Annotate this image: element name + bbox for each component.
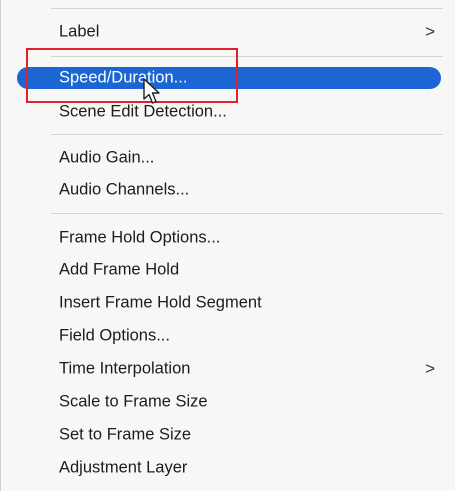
menu-item-scale-to-frame-size[interactable]: Scale to Frame Size	[1, 388, 455, 416]
menu-item-field-options[interactable]: Field Options...	[1, 322, 455, 350]
menu-item-scene-edit-detection-text: Scene Edit Detection...	[59, 102, 227, 121]
menu-item-time-interpolation[interactable]: Time Interpolation >	[1, 355, 455, 383]
context-menu: Label > Speed/Duration... Scene Edit Det…	[0, 0, 455, 491]
menu-item-set-to-frame-size[interactable]: Set to Frame Size	[1, 421, 455, 449]
menu-item-label[interactable]: Label >	[1, 18, 455, 46]
menu-separator	[51, 213, 443, 214]
menu-item-frame-hold-options-text: Frame Hold Options...	[59, 228, 221, 247]
menu-item-insert-frame-hold-segment[interactable]: Insert Frame Hold Segment	[1, 289, 455, 317]
menu-item-scene-edit-detection[interactable]: Scene Edit Detection...	[1, 98, 455, 126]
chevron-right-icon: >	[425, 22, 435, 41]
menu-item-speed-duration[interactable]: Speed/Duration...	[1, 64, 455, 92]
menu-separator	[51, 56, 443, 57]
menu-item-add-frame-hold[interactable]: Add Frame Hold	[1, 256, 455, 284]
menu-item-add-frame-hold-text: Add Frame Hold	[59, 260, 180, 279]
menu-separator	[51, 8, 443, 9]
menu-item-speed-duration-text: Speed/Duration...	[59, 68, 188, 87]
menu-item-audio-channels-text: Audio Channels...	[59, 180, 190, 199]
menu-item-label-text: Label	[59, 22, 100, 41]
menu-item-audio-channels[interactable]: Audio Channels...	[1, 176, 455, 204]
menu-item-set-to-frame-size-text: Set to Frame Size	[59, 425, 192, 444]
menu-item-field-options-text: Field Options...	[59, 326, 170, 345]
menu-item-frame-hold-options[interactable]: Frame Hold Options...	[1, 224, 455, 252]
menu-item-scale-to-frame-size-text: Scale to Frame Size	[59, 392, 208, 411]
menu-item-audio-gain[interactable]: Audio Gain...	[1, 144, 455, 172]
menu-item-adjustment-layer[interactable]: Adjustment Layer	[1, 454, 455, 482]
menu-item-adjustment-layer-text: Adjustment Layer	[59, 458, 188, 477]
menu-item-time-interpolation-text: Time Interpolation	[59, 359, 191, 378]
menu-item-insert-frame-hold-segment-text: Insert Frame Hold Segment	[59, 293, 262, 312]
menu-separator	[51, 134, 443, 135]
chevron-right-icon: >	[425, 359, 435, 378]
menu-item-audio-gain-text: Audio Gain...	[59, 148, 155, 167]
